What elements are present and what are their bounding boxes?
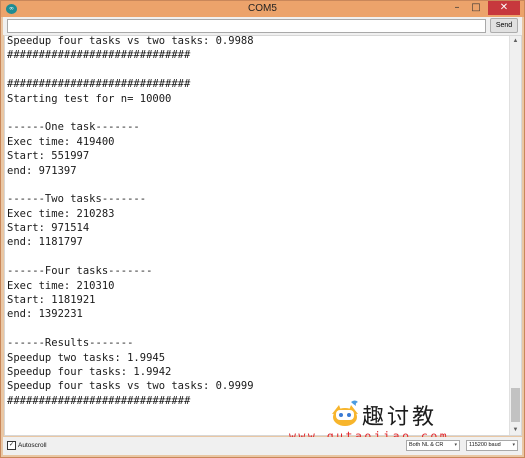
baud-rate-select[interactable]: 115200 baud ▾	[466, 440, 518, 451]
send-row: Send	[3, 17, 522, 35]
serial-line	[7, 250, 254, 264]
scroll-down-icon[interactable]: ▼	[510, 425, 521, 435]
serial-line: Start: 551997	[7, 150, 90, 163]
serial-line	[7, 178, 254, 192]
serial-line: #############################	[7, 49, 191, 62]
scroll-up-icon[interactable]: ▲	[510, 36, 521, 46]
autoscroll-toggle[interactable]: ✓ Autoscroll	[7, 440, 47, 452]
serial-line: ------One task-------	[7, 121, 140, 134]
serial-line: Exec time: 419400	[7, 135, 115, 148]
minimize-button[interactable]: –	[448, 1, 466, 15]
serial-line: #############################	[7, 78, 191, 91]
serial-line: Speedup four tasks vs two tasks: 0.9988	[7, 35, 254, 47]
serial-line: end: 1392231	[7, 308, 83, 321]
chevron-down-icon: ▾	[454, 442, 457, 448]
serial-line: Exec time: 210283	[7, 207, 115, 220]
send-button[interactable]: Send	[490, 18, 518, 33]
bottom-bar: ✓ Autoscroll Both NL & CR ▾ 115200 baud ▾	[3, 437, 522, 455]
title-bar: ∞ COM5 – □ ✕	[1, 1, 524, 17]
autoscroll-checkbox[interactable]: ✓	[7, 440, 16, 450]
vertical-scrollbar[interactable]: ▲ ▼	[509, 36, 521, 435]
serial-output-area[interactable]: Speedup four tasks vs two tasks: 0.9988 #…	[4, 35, 522, 436]
serial-line: end: 1181797	[7, 236, 83, 249]
serial-line: Speedup four tasks: 1.9942	[7, 365, 172, 378]
window-title: COM5	[248, 3, 277, 14]
serial-input-field[interactable]	[7, 19, 486, 33]
serial-output-text: Speedup four tasks vs two tasks: 0.9988 #…	[7, 35, 254, 408]
serial-line	[7, 63, 254, 77]
serial-line: Speedup four tasks vs two tasks: 0.9999	[7, 380, 254, 393]
watermark-logo-text: 趣讨教	[362, 405, 438, 430]
serial-line: Exec time: 210310	[7, 279, 115, 292]
serial-line: ------Two tasks-------	[7, 193, 147, 206]
mascot-icon	[332, 400, 358, 426]
serial-line: Start: 1181921	[7, 294, 96, 307]
autoscroll-label: Autoscroll	[18, 442, 47, 449]
serial-line: end: 971397	[7, 164, 77, 177]
serial-line: #############################	[7, 394, 191, 407]
serial-line	[7, 106, 254, 120]
serial-line	[7, 322, 254, 336]
serial-line: Speedup two tasks: 1.9945	[7, 351, 166, 364]
serial-monitor-window: ∞ COM5 – □ ✕ Send Speedup four tasks vs …	[0, 0, 525, 458]
serial-line: ------Four tasks-------	[7, 265, 153, 278]
serial-line: ------Results-------	[7, 337, 134, 350]
baud-rate-value: 115200 baud	[469, 442, 501, 448]
serial-line: Starting test for n= 10000	[7, 92, 172, 105]
serial-line: Start: 971514	[7, 222, 90, 235]
line-ending-value: Both NL & CR	[409, 442, 444, 448]
close-button[interactable]: ✕	[488, 1, 520, 15]
line-ending-select[interactable]: Both NL & CR ▾	[406, 440, 460, 451]
maximize-button[interactable]: □	[467, 1, 485, 15]
scroll-thumb[interactable]	[511, 388, 520, 422]
chevron-down-icon: ▾	[512, 442, 515, 448]
